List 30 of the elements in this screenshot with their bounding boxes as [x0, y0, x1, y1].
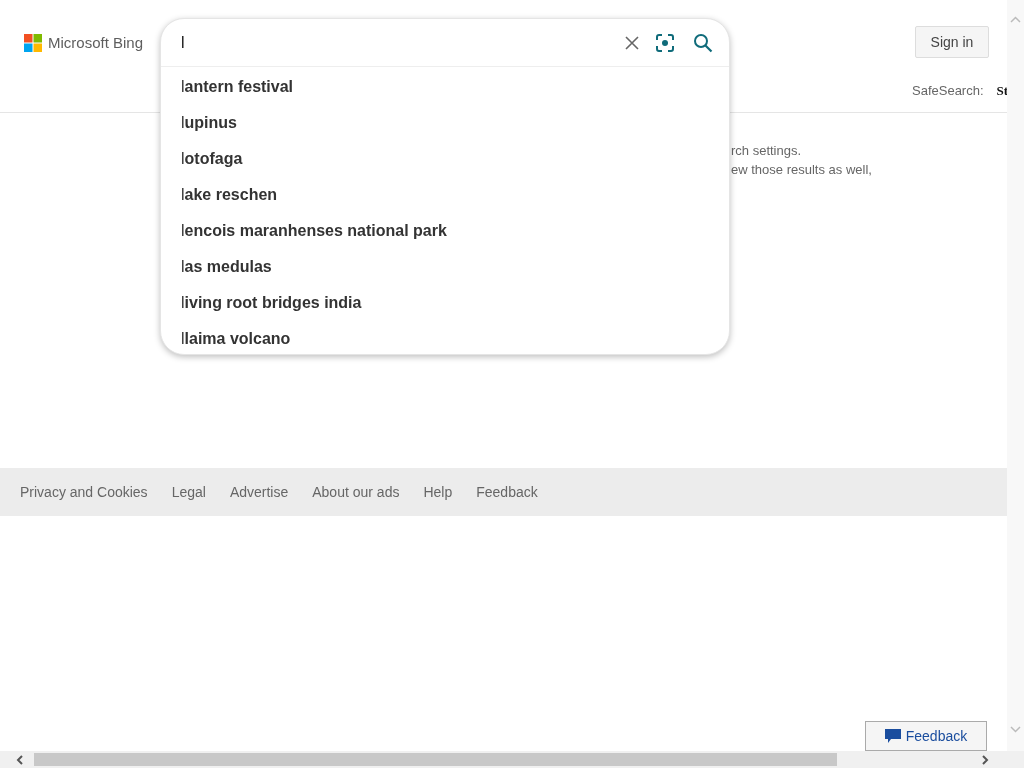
visual-search-icon[interactable] [655, 32, 675, 53]
scroll-left-icon[interactable] [16, 755, 24, 765]
suggestion-item[interactable]: lupinus [181, 111, 237, 135]
footer-link[interactable]: Privacy and Cookies [20, 481, 148, 503]
speech-bubble-icon [884, 728, 901, 744]
message-text: rch settings. [731, 142, 802, 160]
suggestion-item[interactable]: lotofaga [181, 147, 243, 171]
suggestion-item[interactable]: lencois maranhenses national park [181, 219, 447, 243]
sign-in-button[interactable]: Sign in [915, 26, 989, 58]
footer-link[interactable]: Feedback [476, 481, 538, 503]
footer-link[interactable]: Advertise [229, 481, 289, 503]
feedback-button[interactable]: Feedback [865, 721, 987, 751]
suggestion-item[interactable]: living root bridges india [181, 291, 362, 315]
suggestion-item[interactable]: lake reschen [181, 183, 278, 207]
horizontal-scrollbar[interactable] [0, 751, 1024, 768]
footer-link[interactable]: Legal [171, 481, 206, 503]
windows-logo-icon [24, 34, 42, 53]
search-icon[interactable] [693, 32, 713, 53]
footer-link[interactable]: Help [423, 481, 453, 503]
scroll-right-icon[interactable] [981, 755, 989, 765]
safesearch-label: SafeSearch: [912, 82, 984, 100]
message-text: ew those results as well, [731, 161, 872, 179]
suggestion-item[interactable]: lantern festival [181, 75, 294, 99]
scrollbar-thumb[interactable] [34, 753, 837, 766]
brand-name[interactable]: Microsoft Bing [48, 32, 144, 55]
search-input[interactable]: l [181, 30, 617, 55]
suggestion-item[interactable]: las medulas [181, 255, 272, 279]
suggestion-item[interactable]: llaima volcano [181, 327, 291, 351]
clear-icon[interactable] [625, 35, 639, 50]
footer-link[interactable]: About our ads [312, 481, 400, 503]
